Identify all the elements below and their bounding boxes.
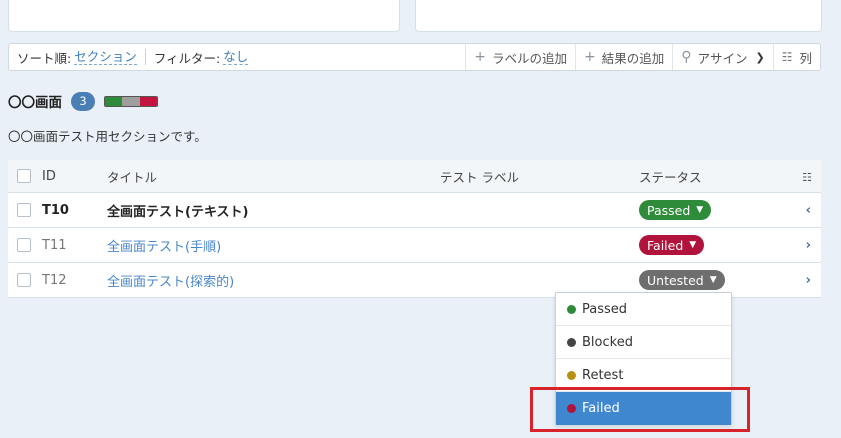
column-settings-icon[interactable]: ☷ — [802, 171, 812, 184]
assign-button[interactable]: ⚲ アサイン ❯ — [672, 44, 773, 70]
top-card-left — [8, 0, 400, 32]
status-dropdown-button[interactable]: Untested ▼ — [639, 270, 725, 290]
status-dot-icon — [567, 370, 576, 380]
columns-button[interactable]: ☷ 列 — [772, 44, 820, 70]
status-option-passed[interactable]: Passed — [556, 293, 731, 326]
header-title[interactable]: タイトル — [107, 167, 440, 186]
status-option-label: Passed — [582, 301, 628, 317]
grid-header-row: ID タイトル テスト ラベル ステータス ☷ — [8, 160, 821, 193]
table-row[interactable]: T10 全画面テスト(テキスト) Passed ▼ ‹ — [8, 193, 821, 228]
status-text: Untested — [647, 272, 704, 288]
row-title-link[interactable]: 全画面テスト(探索的) — [107, 271, 440, 290]
chevron-right-icon[interactable]: › — [789, 273, 821, 288]
sort-value-link[interactable]: セクション — [74, 49, 137, 65]
assign-text: アサイン — [697, 50, 748, 66]
sort-control[interactable]: ソート順: セクション — [9, 44, 145, 70]
status-dropdown-button[interactable]: Passed ▼ — [639, 200, 712, 220]
section-header: 〇〇画面 3 — [8, 91, 158, 111]
sort-label: ソート順: — [17, 50, 72, 66]
status-option-label: Blocked — [582, 334, 633, 350]
header-id[interactable]: ID — [42, 169, 107, 184]
status-option-blocked[interactable]: Blocked — [556, 326, 731, 359]
columns-text: 列 — [799, 50, 812, 66]
chevron-down-icon: ▼ — [696, 205, 704, 215]
top-card-right — [415, 0, 822, 32]
plus-icon: + — [583, 49, 596, 65]
row-checkbox[interactable] — [17, 203, 31, 217]
chevron-down-icon: ❯ — [755, 50, 765, 64]
progress-segment-failed — [139, 96, 157, 106]
chevron-right-icon[interactable]: › — [789, 238, 821, 253]
progress-segment-passed — [105, 96, 123, 106]
section-description: 〇〇画面テスト用セクションです。 — [8, 129, 207, 144]
row-title-link[interactable]: 全画面テスト(手順) — [107, 236, 440, 255]
section-progress-bar — [104, 95, 158, 107]
highlight-box — [530, 387, 750, 432]
toolbar: ソート順: セクション フィルター: なし + ラベルの追加 + 結果の追加 ⚲… — [8, 43, 821, 71]
filter-control[interactable]: フィルター: なし — [146, 44, 256, 70]
row-id: T11 — [42, 237, 67, 253]
row-checkbox[interactable] — [17, 273, 31, 287]
add-result-text: 結果の追加 — [601, 50, 665, 66]
add-result-button[interactable]: + 結果の追加 — [574, 44, 672, 70]
chevron-down-icon: ▼ — [709, 275, 717, 285]
row-checkbox[interactable] — [17, 238, 31, 252]
table-row[interactable]: T11 全画面テスト(手順) Failed ▼ › — [8, 228, 821, 263]
row-id: T10 — [42, 202, 69, 218]
add-label-button[interactable]: + ラベルの追加 — [465, 44, 575, 70]
row-title: 全画面テスト(テキスト) — [107, 204, 249, 220]
filter-label: フィルター: — [153, 50, 221, 66]
progress-segment-untested — [122, 96, 140, 106]
status-dropdown-button[interactable]: Failed ▼ — [639, 235, 705, 255]
row-id: T12 — [42, 272, 67, 288]
section-count-badge: 3 — [71, 91, 95, 111]
plus-icon: + — [474, 49, 486, 65]
columns-icon: ☷ — [781, 50, 793, 64]
status-dot-icon — [567, 337, 576, 347]
select-all-checkbox[interactable] — [17, 169, 31, 183]
test-grid: ID タイトル テスト ラベル ステータス ☷ T10 全画面テスト(テキスト)… — [8, 160, 821, 298]
filter-value-link[interactable]: なし — [223, 49, 249, 65]
header-status[interactable]: ステータス — [639, 167, 789, 186]
chevron-left-icon[interactable]: ‹ — [789, 203, 821, 218]
add-label-text: ラベルの追加 — [491, 50, 567, 66]
status-option-label: Retest — [582, 367, 624, 383]
chevron-down-icon: ▼ — [689, 240, 697, 250]
assign-user-icon: ⚲ — [681, 49, 692, 65]
header-label[interactable]: テスト ラベル — [440, 167, 639, 186]
status-text: Passed — [647, 202, 691, 218]
status-dot-icon — [567, 304, 576, 314]
status-text: Failed — [647, 237, 684, 253]
section-title: 〇〇画面 — [8, 95, 62, 111]
